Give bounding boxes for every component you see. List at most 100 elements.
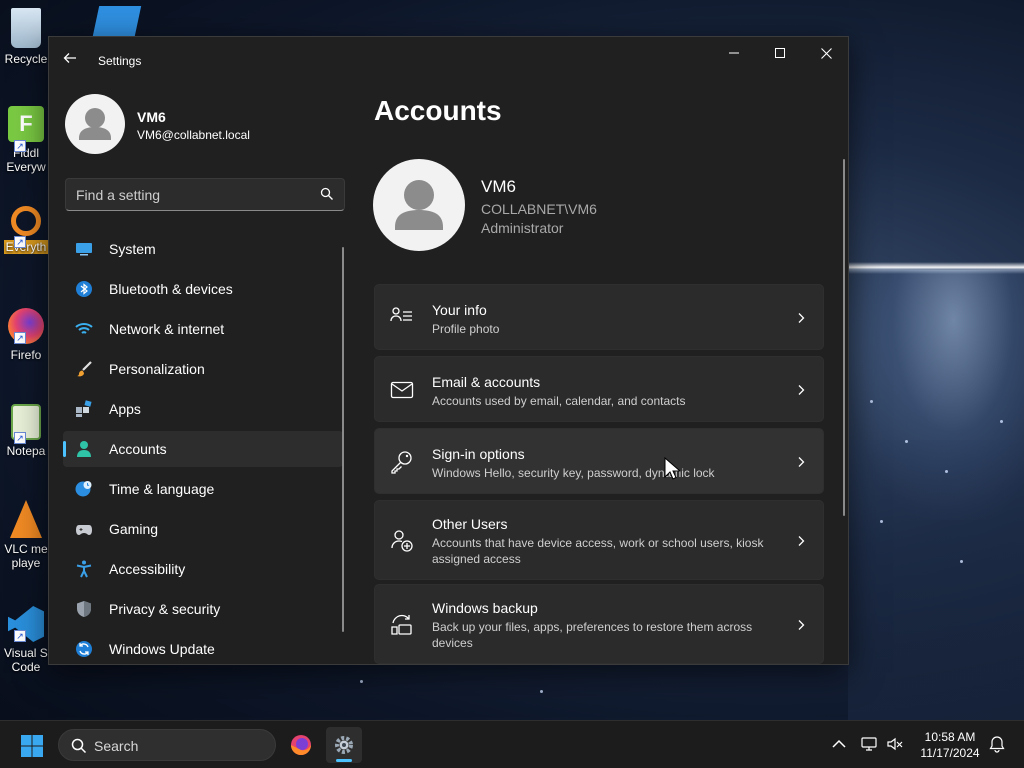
sidebar-item-system[interactable]: System xyxy=(63,231,343,267)
card-other-users[interactable]: Other Users Accounts that have device ac… xyxy=(374,500,824,580)
wallpaper-star xyxy=(1000,420,1003,423)
backup-icon xyxy=(391,614,412,635)
volume-muted-icon[interactable] xyxy=(886,735,904,753)
sidebar-item-accessibility[interactable]: Accessibility xyxy=(63,551,343,587)
wallpaper-star xyxy=(960,560,963,563)
sidebar-item-label: Accounts xyxy=(109,441,167,457)
card-email-accounts[interactable]: Email & accounts Accounts used by email,… xyxy=(374,356,824,422)
account-avatar xyxy=(373,159,465,251)
card-windows-backup[interactable]: Windows backup Back up your files, apps,… xyxy=(374,584,824,664)
sidebar-item-label: Privacy & security xyxy=(109,601,221,617)
profile-email: VM6@collabnet.local xyxy=(137,128,250,142)
sidebar-item-label: Accessibility xyxy=(109,561,186,577)
card-subtitle: Accounts used by email, calendar, and co… xyxy=(432,394,686,408)
shortcut-arrow-icon: ↗ xyxy=(14,432,26,444)
gear-icon xyxy=(335,736,353,754)
network-icon[interactable] xyxy=(860,735,878,753)
sidebar-nav: System Bluetooth & devices Network & int… xyxy=(63,231,343,664)
desktop-icon-vlc[interactable]: VLC me playe xyxy=(4,500,48,570)
folder-shortcut-icon[interactable] xyxy=(92,6,142,36)
shortcut-arrow-icon: ↗ xyxy=(14,140,26,152)
window-title: Settings xyxy=(98,54,142,68)
gamepad-icon xyxy=(76,525,92,535)
brush-icon xyxy=(77,361,92,377)
sidebar-item-label: System xyxy=(109,241,156,257)
account-role: Administrator xyxy=(481,220,564,236)
desktop-icon-label: Everyw xyxy=(6,160,46,174)
maximize-button[interactable] xyxy=(757,37,803,69)
settings-window: Settings VM6 VM6@collabnet.local Find a … xyxy=(48,36,849,665)
card-your-info[interactable]: Your info Profile photo xyxy=(374,284,824,350)
bluetooth-icon xyxy=(76,281,92,297)
maximize-icon xyxy=(775,48,785,58)
title-bar[interactable]: Settings xyxy=(49,37,848,85)
active-app-indicator xyxy=(336,759,352,762)
wifi-icon xyxy=(75,323,93,334)
sidebar-scrollbar[interactable] xyxy=(342,247,344,632)
user-silhouette-icon xyxy=(395,180,443,230)
wallpaper-star xyxy=(905,440,908,443)
desktop-icon-firefox[interactable]: ↗ Firefo xyxy=(4,308,48,362)
sidebar-item-windows-update[interactable]: Windows Update xyxy=(63,631,343,664)
chevron-right-icon xyxy=(798,536,805,546)
profile-header[interactable]: VM6 VM6@collabnet.local xyxy=(65,94,355,154)
sidebar-item-label: Apps xyxy=(109,401,141,417)
card-subtitle: Windows Hello, security key, password, d… xyxy=(432,466,715,480)
taskbar-search[interactable]: Search xyxy=(58,729,276,761)
shield-icon xyxy=(77,601,91,617)
sidebar-item-gaming[interactable]: Gaming xyxy=(63,511,343,547)
person-icon xyxy=(77,441,91,457)
sidebar-item-bluetooth[interactable]: Bluetooth & devices xyxy=(63,271,343,307)
account-name: VM6 xyxy=(481,177,516,196)
card-sign-in-options[interactable]: Sign-in options Windows Hello, security … xyxy=(374,428,824,494)
minimize-button[interactable] xyxy=(711,37,757,69)
desktop-icon-label: Everyth xyxy=(4,240,48,254)
card-title: Your info xyxy=(432,302,487,318)
arrow-left-icon xyxy=(63,53,76,63)
sidebar-item-accounts[interactable]: Accounts xyxy=(63,431,343,467)
chevron-right-icon xyxy=(798,385,805,395)
search-input[interactable]: Find a setting xyxy=(65,178,345,211)
sidebar-item-network[interactable]: Network & internet xyxy=(63,311,343,347)
mouse-cursor-icon xyxy=(664,457,680,480)
desktop-icon-fiddler[interactable]: F ↗ Fiddl Everyw xyxy=(4,106,48,174)
card-title: Windows backup xyxy=(432,600,538,616)
card-subtitle: Profile photo xyxy=(432,322,500,336)
sidebar-item-privacy[interactable]: Privacy & security xyxy=(63,591,343,627)
desktop-icon-label: Notepa xyxy=(6,444,46,458)
chevron-up-icon[interactable] xyxy=(830,735,848,753)
sidebar-item-label: Time & language xyxy=(109,481,215,497)
sidebar-item-personalization[interactable]: Personalization xyxy=(63,351,343,387)
desktop-icon-label: Recycle xyxy=(4,52,48,66)
wallpaper-star xyxy=(945,470,948,473)
add-user-icon xyxy=(391,530,413,552)
back-button[interactable] xyxy=(63,51,83,71)
sidebar-item-time-language[interactable]: Time & language xyxy=(63,471,343,507)
search-placeholder: Find a setting xyxy=(76,187,161,203)
sidebar-item-label: Windows Update xyxy=(109,641,215,657)
wallpaper-star xyxy=(870,400,873,403)
desktop-icon-everything[interactable]: ↗ Everyth xyxy=(4,206,48,254)
recycle-bin-icon xyxy=(11,8,41,48)
desktop-icon-vscode[interactable]: ↗ Visual St Code xyxy=(4,606,48,674)
everything-search-icon xyxy=(11,206,41,236)
desktop-icon-notepad[interactable]: ↗ Notepa xyxy=(4,404,48,458)
shortcut-arrow-icon: ↗ xyxy=(14,236,26,248)
windows-start-icon[interactable] xyxy=(20,734,44,758)
card-subtitle: Back up your files, apps, preferences to… xyxy=(432,620,753,650)
wallpaper-star xyxy=(540,690,543,693)
taskbar: Search 10:58 AM 11/17/2024 xyxy=(0,720,1024,768)
vlc-cone-icon xyxy=(10,500,42,538)
taskbar-settings[interactable] xyxy=(326,727,362,763)
desktop-icon-recycle-bin[interactable]: Recycle xyxy=(4,8,48,66)
taskbar-clock[interactable]: 10:58 AM 11/17/2024 xyxy=(912,729,988,761)
notification-bell-icon[interactable] xyxy=(988,735,1006,753)
sidebar-item-label: Bluetooth & devices xyxy=(109,281,233,297)
close-button[interactable] xyxy=(803,37,848,69)
key-icon xyxy=(391,451,412,474)
desktop-icon-label: Firefo xyxy=(10,348,42,362)
taskbar-firefox[interactable] xyxy=(283,727,319,763)
user-silhouette-icon xyxy=(79,108,111,140)
content-scrollbar[interactable] xyxy=(843,159,845,516)
sidebar-item-apps[interactable]: Apps xyxy=(63,391,343,427)
